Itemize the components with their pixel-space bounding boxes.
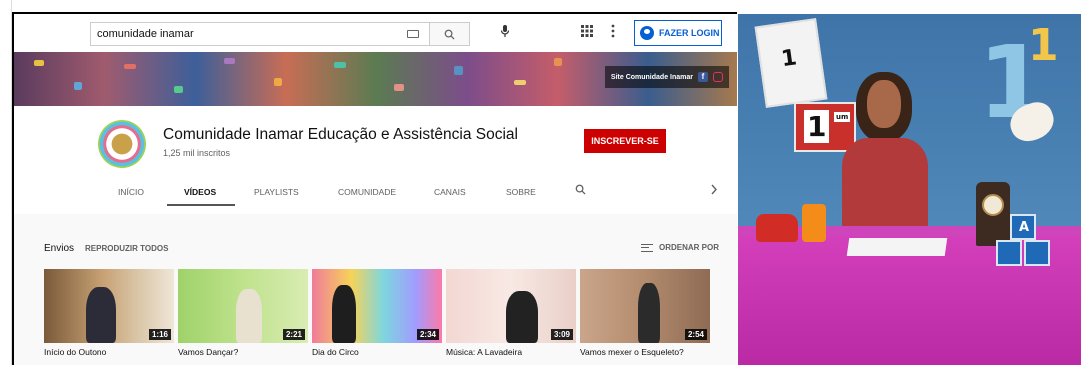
toy-car xyxy=(756,214,798,242)
search-button[interactable] xyxy=(429,23,469,45)
video-duration: 1:16 xyxy=(148,329,171,340)
keyboard-icon[interactable] xyxy=(407,30,419,38)
calendar-small-number: 1 xyxy=(804,110,830,143)
facebook-icon[interactable]: f xyxy=(698,72,708,82)
tab-inicio[interactable]: INÍCIO xyxy=(118,187,144,197)
active-tab-indicator xyxy=(167,204,235,206)
confetti xyxy=(554,58,562,66)
calendar-date-card: 1 um xyxy=(794,102,856,152)
channel-tabs: INÍCIO VÍDEOS PLAYLISTS COMUNIDADE CANAI… xyxy=(14,176,737,206)
subscriber-count: 1,25 mil inscritos xyxy=(163,148,231,158)
tab-playlists[interactable]: PLAYLISTS xyxy=(254,187,299,197)
youtube-window: comunidade inamar FAZER LOGIN Site Comun… xyxy=(12,12,737,365)
thumbnail-person xyxy=(506,291,538,343)
confetti xyxy=(514,80,526,85)
letter-block: A xyxy=(1010,214,1036,240)
login-button[interactable]: FAZER LOGIN xyxy=(634,20,722,46)
thumbnail-person xyxy=(332,285,356,343)
confetti xyxy=(34,60,44,66)
white-paper xyxy=(846,238,948,256)
thumbnail-person xyxy=(86,287,116,343)
site-link[interactable]: Site Comunidade Inamar xyxy=(611,74,693,81)
login-label: FAZER LOGIN xyxy=(659,28,720,38)
letter-block xyxy=(996,240,1022,266)
confetti xyxy=(274,78,282,86)
video-title[interactable]: Vamos mexer o Esqueleto? xyxy=(580,347,684,357)
teacher-face xyxy=(867,80,901,128)
microphone-icon[interactable] xyxy=(500,24,510,41)
instagram-icon[interactable] xyxy=(713,72,723,82)
confetti xyxy=(224,58,235,64)
video-thumbnail[interactable]: 2:34 xyxy=(312,269,442,343)
thumbnail-person xyxy=(236,289,262,343)
search-box[interactable]: comunidade inamar xyxy=(90,22,470,46)
tab-comunidade[interactable]: COMUNIDADE xyxy=(338,187,396,197)
top-bar: comunidade inamar FAZER LOGIN xyxy=(14,14,737,52)
tab-sobre[interactable]: SOBRE xyxy=(506,187,536,197)
letter-block xyxy=(1024,240,1050,266)
number-one-yellow-decoration: 1 xyxy=(1028,20,1059,71)
orange-jar xyxy=(802,204,826,242)
video-thumbnail[interactable]: 2:54 xyxy=(580,269,710,343)
left-margin xyxy=(0,0,12,365)
subscribe-button[interactable]: INSCREVER-SE xyxy=(584,129,666,153)
uploads-section: Envios REPRODUZIR TODOS ORDENAR POR 1:16… xyxy=(14,214,737,365)
play-all-link[interactable]: REPRODUZIR TODOS xyxy=(85,244,168,253)
confetti xyxy=(124,64,136,69)
video-title[interactable]: Vamos Dançar? xyxy=(178,347,238,357)
sort-label: ORDENAR POR xyxy=(659,243,720,252)
confetti xyxy=(334,62,346,68)
account-icon xyxy=(640,26,654,40)
apps-grid-icon[interactable] xyxy=(581,25,593,40)
search-input[interactable]: comunidade inamar xyxy=(91,28,407,40)
channel-avatar[interactable] xyxy=(98,120,146,168)
screen: comunidade inamar FAZER LOGIN Site Comun… xyxy=(0,0,1081,365)
video-duration: 3:09 xyxy=(550,329,573,340)
more-options-icon[interactable] xyxy=(611,24,615,41)
video-duration: 2:34 xyxy=(416,329,439,340)
video-duration: 2:21 xyxy=(282,329,305,340)
sort-icon xyxy=(641,243,653,252)
search-icon xyxy=(444,29,455,40)
confetti xyxy=(394,84,404,91)
teacher-body xyxy=(842,138,928,234)
confetti xyxy=(74,82,82,90)
chevron-right-icon[interactable] xyxy=(710,184,718,198)
confetti xyxy=(174,86,183,93)
banner-links: Site Comunidade Inamar f xyxy=(604,66,729,88)
calendar-card: 1 xyxy=(754,18,828,108)
video-title[interactable]: Música: A Lavadeira xyxy=(446,347,522,357)
video-thumbnail[interactable]: 1:16 xyxy=(44,269,174,343)
video-thumbnail[interactable]: 2:21 xyxy=(178,269,308,343)
video-frame: 1 1 um 1 1 A xyxy=(738,14,1081,365)
sort-button[interactable]: ORDENAR POR xyxy=(641,243,719,252)
calendar-number: 1 xyxy=(779,45,799,73)
video-thumbnail[interactable]: 3:09 xyxy=(446,269,576,343)
calendar-word: um xyxy=(834,112,851,122)
channel-search-icon[interactable] xyxy=(575,184,586,198)
tab-canais[interactable]: CANAIS xyxy=(434,187,466,197)
thumbnail-person xyxy=(638,283,660,343)
video-title[interactable]: Dia do Circo xyxy=(312,347,359,357)
video-duration: 2:54 xyxy=(684,329,707,340)
channel-header: Comunidade Inamar Educação e Assistência… xyxy=(14,106,737,214)
uploads-title: Envios xyxy=(44,243,75,254)
confetti xyxy=(454,66,463,75)
video-title[interactable]: Início do Outono xyxy=(44,347,106,357)
clock-face xyxy=(982,194,1004,216)
tab-videos[interactable]: VÍDEOS xyxy=(184,187,216,197)
block-letter: A xyxy=(1019,220,1030,235)
channel-name: Comunidade Inamar Educação e Assistência… xyxy=(163,126,518,143)
channel-banner: Site Comunidade Inamar f xyxy=(14,52,737,106)
